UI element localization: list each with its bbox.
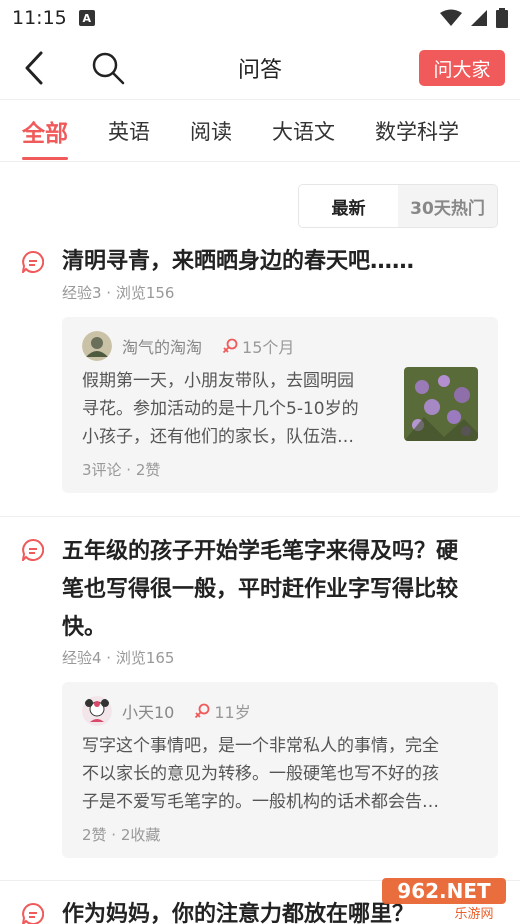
notification-a-icon: A	[78, 10, 95, 26]
search-button[interactable]	[88, 50, 128, 86]
question-bubble-icon	[22, 903, 44, 924]
answer-text: 假期第一天，小朋友带队，去圆明园 寻花。参加活动的是十几个5-10岁的 小孩子，…	[82, 371, 359, 447]
question-bubble-icon	[22, 251, 44, 273]
top-header: 问答 问大家	[0, 36, 520, 100]
question-item[interactable]: 五年级的孩子开始学毛笔字来得及吗？硬 笔也写得很一般，平时赶作业字写得比较 快。…	[0, 532, 520, 880]
battery-icon	[496, 8, 508, 28]
child-age-badge: 15个月	[242, 338, 295, 357]
sort-latest-option[interactable]: 最新	[299, 185, 398, 227]
sort-toggle: 最新 30天热门	[298, 184, 498, 228]
tab-all[interactable]: 全部	[22, 100, 68, 162]
svg-text:962.NET: 962.NET	[397, 879, 491, 903]
answer-card[interactable]: 小天10 11岁 写字这个事情吧，是一个非常私人的事情，完全 不以家长的意见为转…	[62, 682, 498, 858]
answer-card[interactable]: 淘气的淘淘 15个月 假期第一天，小朋友带队，去圆明园 寻花。参加活动的是十几个…	[62, 317, 498, 493]
search-icon	[92, 52, 125, 85]
question-bubble-icon	[22, 539, 44, 561]
answer-user-name[interactable]: 淘气的淘淘	[122, 334, 202, 358]
answer-stats: 3评论 · 2赞	[82, 461, 161, 479]
signal-icon	[471, 10, 487, 26]
tab-reading[interactable]: 阅读	[190, 100, 232, 162]
question-meta: 经验3 · 浏览156	[62, 284, 175, 302]
divider	[0, 516, 520, 517]
question-meta: 经验4 · 浏览165	[62, 649, 175, 667]
wifi-icon	[440, 9, 462, 26]
avatar[interactable]	[82, 696, 112, 726]
answer-text: 写字这个事情吧，是一个非常私人的事情，完全 不以家长的意见为转移。一般硬笔也写不…	[82, 736, 439, 812]
answer-user-name[interactable]: 小天10	[122, 699, 174, 723]
status-time: 11:15	[12, 7, 67, 29]
question-item[interactable]: 清明寻青，来晒晒身边的春天吧…… 经验3 · 浏览156 淘气的淘淘 15个月 …	[0, 240, 520, 516]
sort-hot-option[interactable]: 30天热门	[398, 185, 497, 227]
tab-chinese[interactable]: 大语文	[272, 100, 335, 162]
site-watermark-logo: 962.NET 乐游网	[382, 876, 512, 922]
category-tabs: 全部 英语 阅读 大语文 数学科学	[0, 100, 520, 162]
female-icon	[195, 703, 210, 719]
status-bar: 11:15 A	[0, 0, 520, 36]
svg-text:乐游网: 乐游网	[454, 907, 493, 920]
answer-stats: 2赞 · 2收藏	[82, 826, 161, 844]
avatar[interactable]	[82, 331, 112, 361]
question-title[interactable]: 清明寻青，来晒晒身边的春天吧……	[62, 243, 498, 281]
chevron-left-icon	[25, 51, 43, 85]
back-button[interactable]	[18, 50, 50, 86]
child-age-badge: 11岁	[214, 703, 251, 722]
question-title[interactable]: 五年级的孩子开始学毛笔字来得及吗？硬 笔也写得很一般，平时赶作业字写得比较 快。	[62, 533, 498, 647]
female-icon	[222, 338, 238, 354]
answer-thumbnail-image[interactable]	[404, 367, 478, 441]
tab-english[interactable]: 英语	[108, 100, 150, 162]
ask-everyone-button[interactable]: 问大家	[419, 50, 505, 86]
tab-math-science[interactable]: 数学科学	[375, 100, 459, 162]
